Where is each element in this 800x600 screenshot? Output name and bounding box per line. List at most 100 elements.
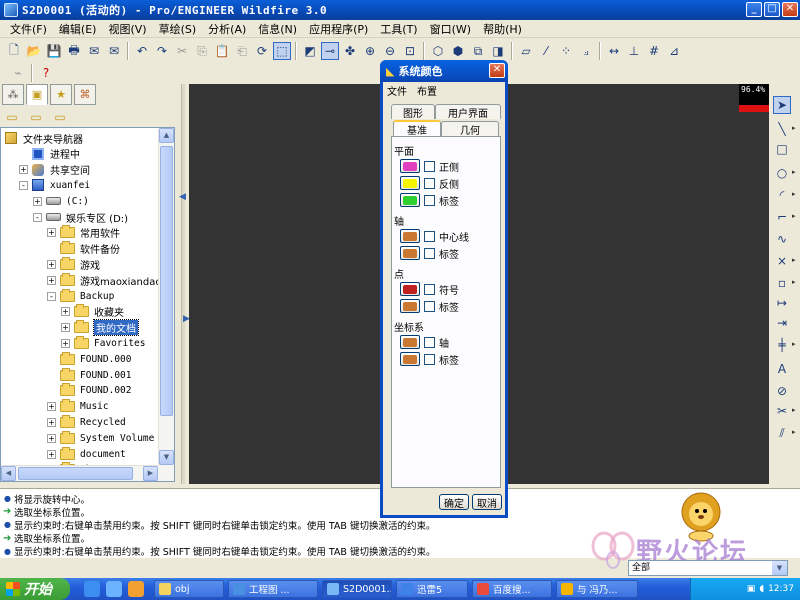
- tab-user-interface[interactable]: 用户界面: [435, 104, 501, 120]
- tree-row[interactable]: + (C:): [33, 193, 89, 209]
- new-file-icon[interactable]: 🗋: [5, 42, 23, 60]
- collapse-icon[interactable]: -: [33, 212, 42, 222]
- menu-item[interactable]: 信息(N): [252, 21, 303, 37]
- ok-button[interactable]: 确定: [439, 494, 469, 510]
- media-quicklaunch-icon[interactable]: [128, 581, 144, 597]
- tree-row[interactable]: 进程中: [19, 146, 80, 162]
- sketch-icon[interactable]: ◩: [301, 42, 319, 60]
- coordinate-systems-icon[interactable]: ⟓: [577, 42, 595, 60]
- spline-icon[interactable]: ∿: [773, 230, 791, 248]
- dropdown-arrow-icon[interactable]: ▸: [792, 168, 796, 176]
- tree-row[interactable]: - xuanfei: [19, 177, 90, 193]
- folder-up-icon[interactable]: ▭: [27, 108, 45, 126]
- zoom-in-icon[interactable]: ⊕: [361, 42, 379, 60]
- show-constraints-icon[interactable]: ⊥: [625, 42, 643, 60]
- regenerate-icon[interactable]: ⟳: [253, 42, 271, 60]
- scroll-thumb[interactable]: [160, 146, 173, 416]
- tree-row[interactable]: - Backup: [47, 288, 114, 304]
- expand-icon[interactable]: +: [47, 417, 56, 427]
- color-swatch-button[interactable]: [400, 193, 420, 207]
- color-swatch-button[interactable]: [400, 352, 420, 366]
- color-swatch-button[interactable]: [400, 335, 420, 349]
- clock[interactable]: 12:37: [768, 584, 794, 594]
- collapse-icon[interactable]: -: [47, 291, 56, 301]
- select-arrow-icon[interactable]: ➤: [773, 96, 791, 114]
- layers-icon[interactable]: ⧉: [469, 42, 487, 60]
- tab-geometry[interactable]: 几何: [441, 121, 499, 137]
- dialog-title-bar[interactable]: ◣ 系统颜色 ✕: [380, 60, 508, 82]
- dropdown-arrow-icon[interactable]: ▸: [792, 406, 796, 414]
- menu-item[interactable]: 分析(A): [202, 21, 252, 37]
- dropdown-arrow-icon[interactable]: ▸: [792, 124, 796, 132]
- color-checkbox[interactable]: [424, 230, 435, 242]
- expand-icon[interactable]: +: [61, 323, 70, 333]
- tree-row[interactable]: +System Volume Infor: [47, 430, 174, 446]
- context-help-icon[interactable]: ?: [37, 64, 55, 82]
- dialog-close-button[interactable]: ✕: [489, 63, 505, 78]
- scroll-down-icon[interactable]: ▼: [159, 450, 174, 465]
- taskbar-button[interactable]: 与 冯乃...: [556, 580, 638, 598]
- color-checkbox[interactable]: [424, 177, 435, 189]
- show-grid-icon[interactable]: #: [645, 42, 663, 60]
- tree-row[interactable]: + 游戏: [47, 256, 100, 272]
- start-button[interactable]: 开始: [0, 578, 70, 600]
- minimize-button[interactable]: _: [746, 2, 762, 17]
- network-icon[interactable]: ▣: [747, 584, 756, 594]
- rectangle-icon[interactable]: □: [773, 140, 791, 158]
- dropdown-arrow-icon[interactable]: ▸: [792, 190, 796, 198]
- arc-icon[interactable]: ◜: [773, 186, 791, 204]
- palette-icon[interactable]: ⊘: [773, 382, 791, 400]
- redo-icon[interactable]: ↷: [153, 42, 171, 60]
- text-icon[interactable]: A: [773, 360, 791, 378]
- tree-vertical-scrollbar[interactable]: ▲ ▼: [158, 128, 174, 481]
- menu-item[interactable]: 应用程序(P): [303, 21, 374, 37]
- color-checkbox[interactable]: [424, 160, 435, 172]
- folder-tree[interactable]: 文件夹导航器 进程中 + 共享空间 - xuanfei + (C:) - 娱乐专区 (D:) + 常用…: [0, 127, 175, 482]
- tab-graphics[interactable]: 图形: [391, 104, 435, 120]
- expand-icon[interactable]: +: [33, 196, 42, 206]
- scroll-left-icon[interactable]: ◀: [1, 466, 16, 481]
- constraints-icon[interactable]: ╪: [773, 336, 791, 354]
- save-icon[interactable]: 💾: [45, 42, 63, 60]
- refit-icon[interactable]: ⊡: [401, 42, 419, 60]
- undo-icon[interactable]: ↶: [133, 42, 151, 60]
- dropdown-arrow-icon[interactable]: ▸: [792, 212, 796, 220]
- menu-item[interactable]: 编辑(E): [53, 21, 103, 37]
- scroll-right-icon[interactable]: ▶: [143, 466, 158, 481]
- expand-icon[interactable]: +: [19, 165, 28, 175]
- datum-axes-icon[interactable]: ⁄: [537, 42, 555, 60]
- cancel-button[interactable]: 取消: [472, 494, 502, 510]
- color-swatch-button[interactable]: [400, 229, 420, 243]
- dropdown-arrow-icon[interactable]: ▸: [792, 428, 796, 436]
- dropdown-arrow-icon[interactable]: ▸: [792, 278, 796, 286]
- new-folder-icon[interactable]: ▭: [3, 108, 21, 126]
- menu-item[interactable]: 文件(F): [4, 21, 53, 37]
- color-swatch-button[interactable]: [400, 246, 420, 260]
- paste-icon[interactable]: 📋: [213, 42, 231, 60]
- tree-row[interactable]: + document: [47, 446, 126, 462]
- tree-row[interactable]: 文件夹导航器: [5, 130, 83, 146]
- tree-horizontal-scrollbar[interactable]: ◀ ▶: [1, 465, 159, 481]
- mirror-icon[interactable]: ⫽: [773, 424, 791, 442]
- color-checkbox[interactable]: [424, 336, 435, 348]
- copy-icon[interactable]: ⎘: [193, 42, 211, 60]
- show-vertices-icon[interactable]: ⊿: [665, 42, 683, 60]
- send-icon[interactable]: ✉: [105, 42, 123, 60]
- tree-row[interactable]: - 娱乐专区 (D:): [33, 209, 128, 225]
- add-favorite-icon[interactable]: ▭: [51, 108, 69, 126]
- scroll-up-icon[interactable]: ▲: [159, 128, 174, 143]
- email-icon[interactable]: ✉: [85, 42, 103, 60]
- tree-row[interactable]: + Recycled: [47, 414, 126, 430]
- tree-row[interactable]: + 常用软件: [47, 225, 120, 241]
- collapse-icon[interactable]: -: [19, 180, 28, 190]
- color-swatch-button[interactable]: [400, 159, 420, 173]
- color-checkbox[interactable]: [424, 194, 435, 206]
- expand-icon[interactable]: +: [61, 338, 70, 348]
- show-dimensions-icon[interactable]: ↔: [605, 42, 623, 60]
- ie-quicklaunch-icon[interactable]: [84, 581, 100, 597]
- taskbar-button[interactable]: 迅雷5: [396, 580, 468, 598]
- color-swatch-button[interactable]: [400, 299, 420, 313]
- expand-icon[interactable]: +: [47, 449, 56, 459]
- close-button[interactable]: ✕: [782, 2, 798, 17]
- expand-icon[interactable]: +: [47, 228, 56, 238]
